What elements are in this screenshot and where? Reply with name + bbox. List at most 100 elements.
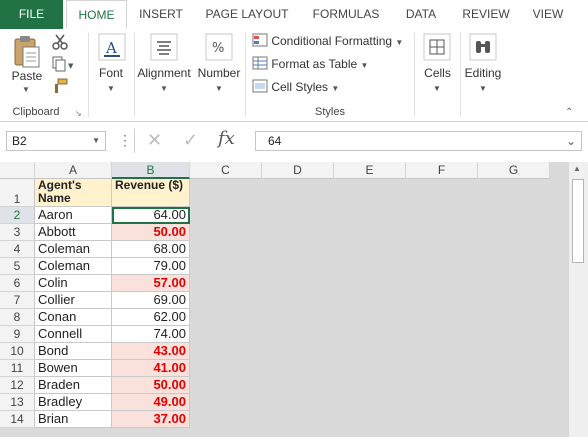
row-header-12[interactable]: 12 [0,377,35,394]
row-header-7[interactable]: 7 [0,292,35,309]
row-header-5[interactable]: 5 [0,258,35,275]
cell-a8[interactable]: Conan [35,309,112,326]
scroll-up-icon[interactable]: ▲ [573,164,581,173]
cell-a1[interactable]: Agent's Name [35,179,112,207]
alignment-group[interactable]: Alignment ▼ [134,29,194,121]
tab-view[interactable]: VIEW [525,0,571,29]
font-button[interactable]: Font [89,66,133,80]
enter-check-icon[interactable]: ✓ [183,130,198,151]
editing-button[interactable]: Editing [461,66,505,80]
row-header-6[interactable]: 6 [0,275,35,292]
column-header-b[interactable]: B [112,162,190,179]
collapse-ribbon-icon[interactable]: ⌃ [565,107,573,118]
insert-function-button[interactable]: fx [218,128,235,149]
row-header-2[interactable]: 2 [0,207,35,224]
cell-b3[interactable]: 50.00 [112,224,190,241]
conditional-formatting-button[interactable]: Conditional Formatting ▼ [252,33,403,48]
cell-b4[interactable]: 68.00 [112,241,190,258]
editing-chevron-icon[interactable]: ▼ [479,84,487,93]
cell-a11[interactable]: Bowen [35,360,112,377]
copy-icon[interactable]: ▼ [52,56,74,75]
select-all-corner[interactable] [0,162,35,179]
formula-input[interactable]: 64 [255,131,582,151]
cell-a4[interactable]: Coleman [35,241,112,258]
tab-home[interactable]: HOME [66,0,127,29]
cell-b9[interactable]: 74.00 [112,326,190,343]
cell-a12[interactable]: Braden [35,377,112,394]
row-header-10[interactable]: 10 [0,343,35,360]
cell-b13[interactable]: 49.00 [112,394,190,411]
cell-a6[interactable]: Colin [35,275,112,292]
name-box[interactable]: B2 ▼ [6,131,106,151]
row-header-9[interactable]: 9 [0,326,35,343]
editing-group[interactable]: Editing ▼ [461,29,505,121]
cell-b10[interactable]: 43.00 [112,343,190,360]
row-header-3[interactable]: 3 [0,224,35,241]
tab-review[interactable]: REVIEW [456,0,516,29]
cell-b1[interactable]: Revenue ($) [112,179,190,207]
paste-icon[interactable] [12,35,42,72]
cell-a9[interactable]: Connell [35,326,112,343]
tab-insert[interactable]: INSERT [130,0,192,29]
cell-a13[interactable]: Bradley [35,394,112,411]
vertical-scrollbar[interactable]: ▲ [568,162,588,437]
row-header-4[interactable]: 4 [0,241,35,258]
cut-icon[interactable] [52,34,68,53]
format-painter-icon[interactable] [52,78,68,97]
number-button[interactable]: Number [195,66,243,80]
number-chevron-icon[interactable]: ▼ [215,84,223,93]
percent-icon[interactable]: % [205,33,233,64]
cell-b6[interactable]: 57.00 [112,275,190,292]
paste-chevron-icon[interactable]: ▼ [22,85,30,94]
more-options-icon[interactable]: ⋮ [118,132,132,149]
number-group[interactable]: % Number ▼ [195,29,243,121]
cell-styles-button[interactable]: Cell Styles ▼ [252,79,339,94]
dialog-launcher-icon[interactable]: ↘ [75,109,82,118]
tab-file[interactable]: FILE [0,0,63,29]
cell-a10[interactable]: Bond [35,343,112,360]
scrollbar-thumb[interactable] [572,179,584,263]
cell-b11[interactable]: 41.00 [112,360,190,377]
tab-page-layout[interactable]: PAGE LAYOUT [198,0,296,29]
cell-b8[interactable]: 62.00 [112,309,190,326]
cell-b12[interactable]: 50.00 [112,377,190,394]
alignment-button[interactable]: Alignment [134,66,194,80]
cell-a2[interactable]: Aaron [35,207,112,224]
binoculars-icon[interactable] [469,33,497,64]
cell-b5[interactable]: 79.00 [112,258,190,275]
font-group[interactable]: A Font ▼ [89,29,133,121]
row-header-13[interactable]: 13 [0,394,35,411]
cells-group[interactable]: Cells ▼ [415,29,460,121]
cell-a14[interactable]: Brian [35,411,112,428]
cell-a3[interactable]: Abbott [35,224,112,241]
column-header-c[interactable]: C [190,162,262,179]
row-header-11[interactable]: 11 [0,360,35,377]
row-header-8[interactable]: 8 [0,309,35,326]
font-icon[interactable]: A [98,33,126,64]
cell-b2[interactable]: 64.00 [112,207,190,224]
chevron-down-icon[interactable]: ▼ [92,132,100,150]
cell-b14[interactable]: 37.00 [112,411,190,428]
column-header-g[interactable]: G [478,162,550,179]
cell-a5[interactable]: Coleman [35,258,112,275]
column-header-f[interactable]: F [406,162,478,179]
expand-formula-bar-icon[interactable]: ⌄ [566,134,576,148]
tab-data[interactable]: DATA [396,0,446,29]
cells-chevron-icon[interactable]: ▼ [433,84,441,93]
row-header-14[interactable]: 14 [0,411,35,428]
font-chevron-icon[interactable]: ▼ [107,84,115,93]
cell-b7[interactable]: 69.00 [112,292,190,309]
column-header-d[interactable]: D [262,162,334,179]
tab-formulas[interactable]: FORMULAS [305,0,387,29]
row-header-1[interactable]: 1 [0,179,35,207]
column-header-e[interactable]: E [334,162,406,179]
cancel-icon[interactable]: ✕ [147,130,162,151]
alignment-chevron-icon[interactable]: ▼ [160,84,168,93]
alignment-icon[interactable] [150,33,178,64]
paste-button[interactable]: Paste [8,69,46,83]
format-as-table-button[interactable]: Format as Table ▼ [252,56,368,71]
cell-a7[interactable]: Collier [35,292,112,309]
cells-icon[interactable] [423,33,451,64]
column-header-a[interactable]: A [35,162,112,179]
cells-button[interactable]: Cells [415,66,460,80]
